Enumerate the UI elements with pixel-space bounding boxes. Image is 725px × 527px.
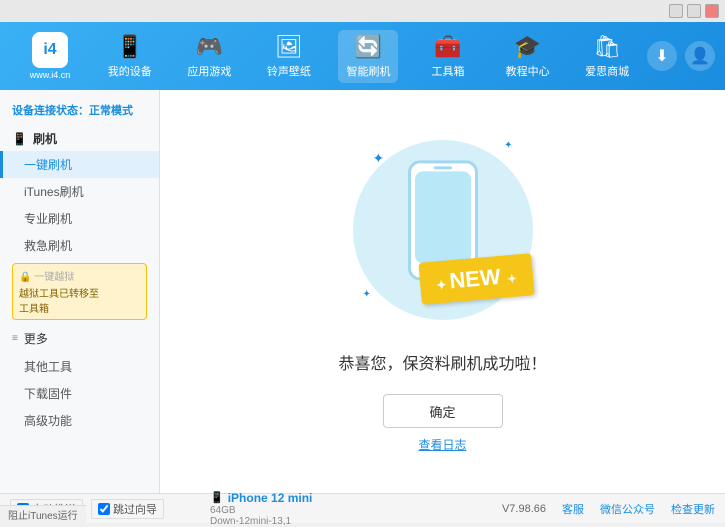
status-bar: 设备连接状态：正常模式 [0, 98, 159, 126]
phone-screen [415, 171, 471, 263]
wallpaper-icon: 🖼 [275, 34, 303, 60]
phone-speaker [434, 166, 452, 169]
device-model: Down-12mini-13,1 [210, 516, 370, 527]
my-device-label: 我的设备 [108, 63, 152, 79]
flash-section-icon: 📱 [12, 132, 27, 146]
device-name: iPhone 12 mini [228, 491, 313, 505]
logo: i4 www.i4.cn [10, 32, 90, 80]
itunes-label: 阻止iTunes运行 [8, 507, 78, 522]
toolbox-label: 工具箱 [432, 63, 465, 79]
sidebar-item-itunes-flash[interactable]: iTunes刷机 [0, 178, 159, 205]
main: 设备连接状态：正常模式 📱 刷机 一键刷机 iTunes刷机 专业刷机 救急刷机… [0, 90, 725, 493]
version-label: V7.98.66 [502, 503, 546, 515]
device-storage: 64GB [210, 505, 370, 516]
sidebar-section-flash-header: 📱 刷机 [0, 126, 159, 151]
content-area: ✦ ✦ ✦ NEW 恭喜您，保资料刷机成功啦！ 确定 查看日志 [160, 90, 725, 493]
sidebar-section-flash: 📱 刷机 一键刷机 iTunes刷机 专业刷机 救急刷机 [0, 126, 159, 259]
goto-log-link[interactable]: 查看日志 [418, 436, 466, 453]
device-icon: 📱 [210, 491, 224, 504]
nav-toolbox[interactable]: 🧰 工具箱 [418, 30, 478, 83]
itunes-bar: 阻止iTunes运行 [0, 505, 86, 523]
status-value: 正常模式 [89, 105, 133, 117]
nav-bar: 📱 我的设备 🎮 应用游戏 🖼 铃声壁纸 🔄 智能刷机 🧰 工具箱 🎓 教程中心… [90, 30, 647, 83]
apps-games-icon: 🎮 [196, 34, 223, 60]
header: i4 www.i4.cn 📱 我的设备 🎮 应用游戏 🖼 铃声壁纸 🔄 智能刷机… [0, 22, 725, 90]
toolbox-icon: 🧰 [434, 34, 461, 60]
success-illustration: ✦ ✦ ✦ NEW [343, 130, 543, 330]
skip-wizard-input[interactable] [98, 503, 110, 515]
bottombar: 自动推送 跳过向导 📱 iPhone 12 mini 64GB Down-12m… [0, 493, 725, 523]
sparkle-1: ✦ [373, 150, 385, 167]
sparkle-3: ✦ [363, 289, 371, 300]
wallpaper-label: 铃声壁纸 [267, 63, 311, 79]
mall-icon: 🛍 [593, 34, 621, 60]
sidebar: 设备连接状态：正常模式 📱 刷机 一键刷机 iTunes刷机 专业刷机 救急刷机… [0, 90, 160, 493]
sidebar-item-other-tools[interactable]: 其他工具 [0, 353, 159, 380]
titlebar [0, 0, 725, 22]
new-banner: NEW [418, 253, 534, 305]
success-message: 恭喜您，保资料刷机成功啦！ [338, 350, 546, 374]
sidebar-item-advanced[interactable]: 高级功能 [0, 407, 159, 434]
bottom-device-info: 📱 iPhone 12 mini 64GB Down-12mini-13,1 [210, 491, 370, 527]
smart-flash-label: 智能刷机 [346, 63, 390, 79]
sidebar-item-save-flash[interactable]: 救急刷机 [0, 232, 159, 259]
status-label: 设备连接状态： [12, 105, 89, 117]
nav-apps-games[interactable]: 🎮 应用游戏 [179, 30, 239, 83]
apps-games-label: 应用游戏 [187, 63, 231, 79]
sidebar-more-header: ≡ 更多 [0, 324, 159, 353]
tutorial-label: 教程中心 [506, 63, 550, 79]
nav-my-device[interactable]: 📱 我的设备 [100, 30, 160, 83]
sidebar-item-download-fw[interactable]: 下载固件 [0, 380, 159, 407]
nav-mall[interactable]: 🛍 爱思商城 [577, 30, 637, 83]
tutorial-icon: 🎓 [514, 34, 541, 60]
download-button[interactable]: ⬇ [647, 41, 677, 71]
nav-wallpaper[interactable]: 🖼 铃声壁纸 [259, 30, 319, 83]
sidebar-notice: 🔒 一键越狱 越狱工具已转移至 工具箱 [12, 263, 147, 320]
smart-flash-icon: 🔄 [355, 34, 382, 60]
sparkle-2: ✦ [504, 140, 512, 151]
check-update-link[interactable]: 检查更新 [671, 501, 715, 517]
minimize-button[interactable] [669, 4, 683, 18]
more-section-icon: ≡ [12, 333, 18, 344]
sidebar-item-pro-flash[interactable]: 专业刷机 [0, 205, 159, 232]
maximize-button[interactable] [687, 4, 701, 18]
header-right: ⬇ 👤 [647, 41, 715, 71]
logo-icon: i4 [32, 32, 68, 68]
flash-section-label: 刷机 [33, 130, 57, 147]
wechat-link[interactable]: 微信公众号 [600, 501, 655, 517]
sidebar-item-one-key-flash[interactable]: 一键刷机 [0, 151, 159, 178]
user-button[interactable]: 👤 [685, 41, 715, 71]
close-button[interactable] [705, 4, 719, 18]
customer-service-link[interactable]: 客服 [562, 501, 584, 517]
skip-wizard-checkbox[interactable]: 跳过向导 [91, 499, 164, 519]
logo-site: www.i4.cn [30, 70, 71, 80]
my-device-icon: 📱 [116, 34, 143, 60]
bottom-right: V7.98.66 客服 微信公众号 检查更新 [502, 501, 715, 517]
mall-label: 爱思商城 [585, 63, 629, 79]
nav-tutorial[interactable]: 🎓 教程中心 [498, 30, 558, 83]
confirm-button[interactable]: 确定 [383, 394, 503, 428]
nav-smart-flash[interactable]: 🔄 智能刷机 [338, 30, 398, 83]
